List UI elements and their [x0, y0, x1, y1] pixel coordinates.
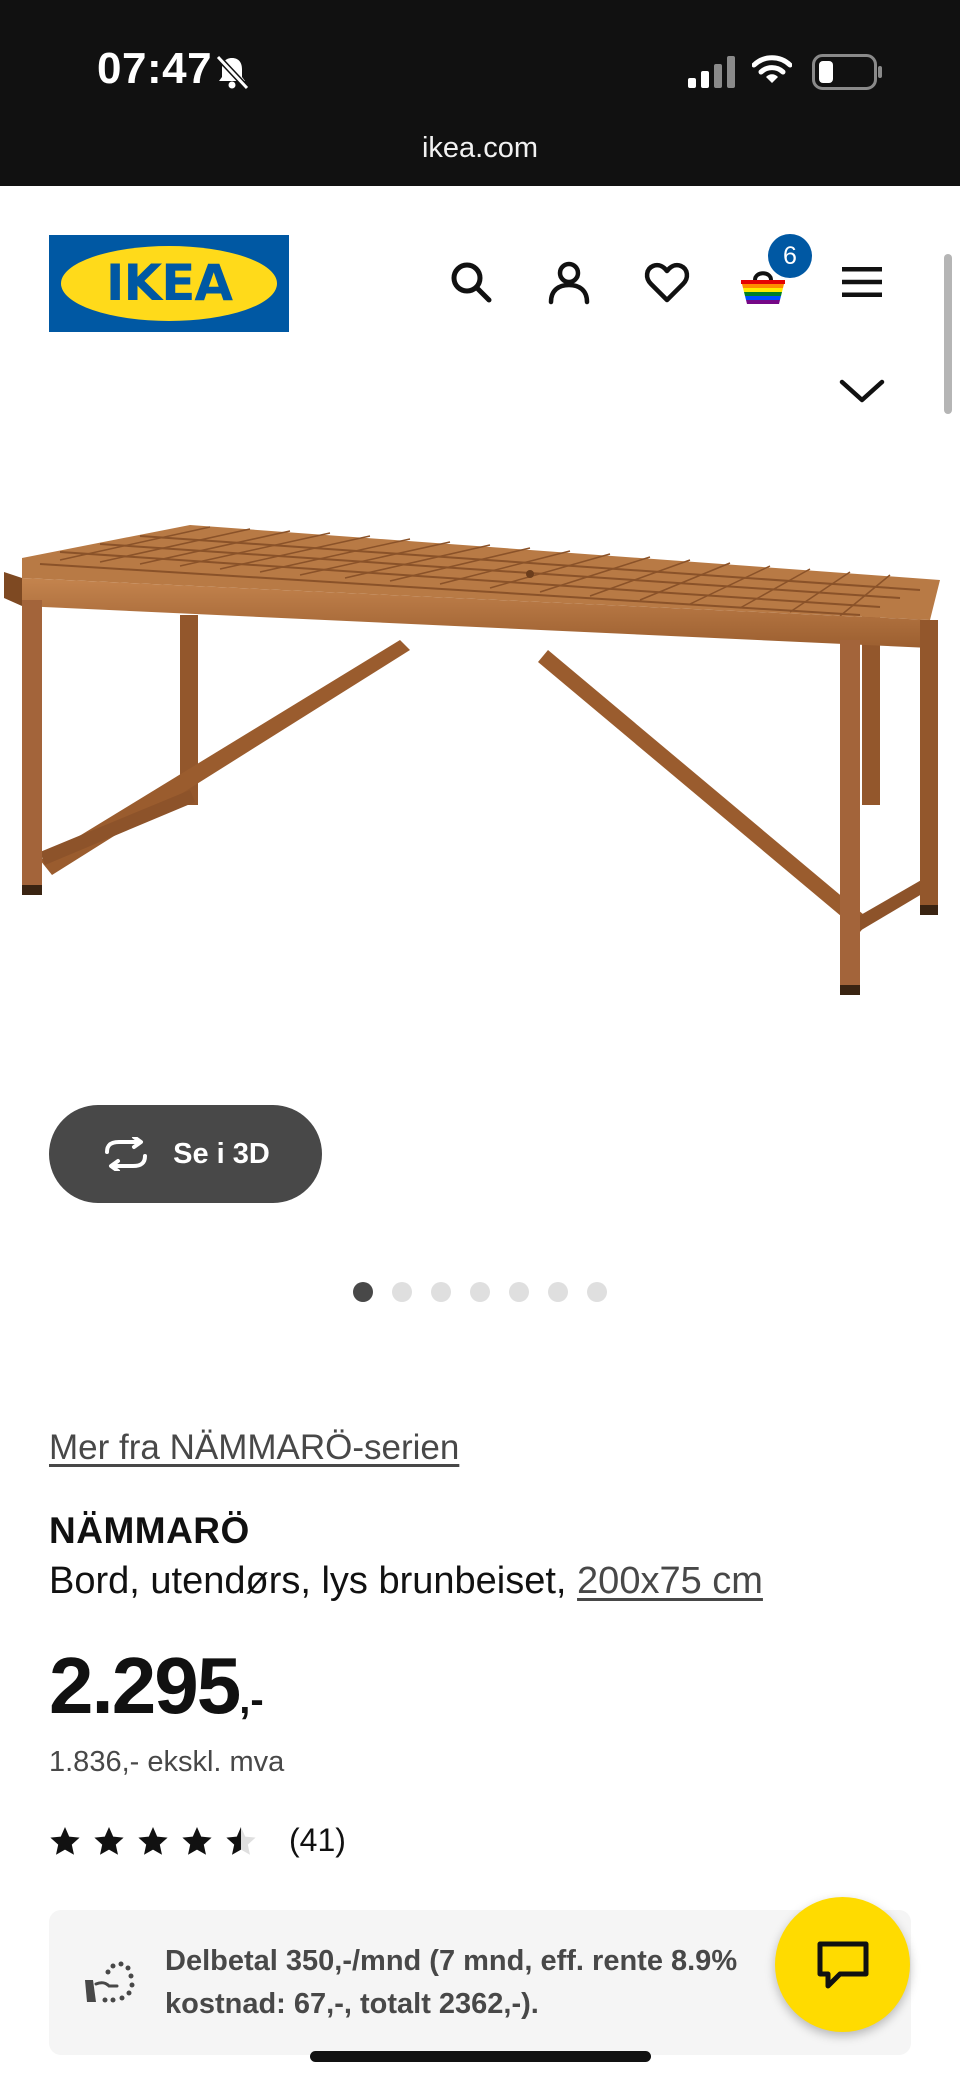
view-3d-label: Se i 3D: [173, 1137, 270, 1170]
gallery-dot[interactable]: [431, 1282, 451, 1302]
star-icon: [50, 1826, 80, 1855]
chevron-down-icon[interactable]: [838, 376, 886, 406]
wifi-icon: [752, 55, 792, 83]
star-icon: [94, 1826, 124, 1855]
search-icon[interactable]: [447, 258, 495, 306]
chat-button[interactable]: [775, 1897, 910, 2032]
chat-icon: [817, 1941, 868, 1988]
star-icon: [182, 1826, 212, 1855]
view-3d-button[interactable]: Se i 3D: [49, 1105, 322, 1203]
gallery-pagination: [353, 1282, 607, 1302]
menu-icon[interactable]: [838, 258, 886, 306]
bell-muted-icon: [215, 54, 250, 91]
heart-icon[interactable]: [643, 258, 691, 306]
user-icon[interactable]: [545, 258, 593, 306]
star-icon: [138, 1826, 168, 1855]
product-price: 2.295,-: [49, 1640, 264, 1732]
home-indicator: [310, 2051, 651, 2062]
gallery-dot[interactable]: [548, 1282, 568, 1302]
product-description-text: Bord, utendørs, lys brunbeiset,: [49, 1560, 567, 1602]
price-integer: 2.295: [49, 1641, 241, 1730]
rotate-3d-icon: [105, 1137, 148, 1171]
dimension-link[interactable]: 200x75 cm: [577, 1560, 763, 1602]
product-name: NÄMMARÖ: [49, 1510, 250, 1551]
battery-icon: [812, 54, 882, 90]
star-half-icon: [226, 1826, 256, 1855]
series-link[interactable]: Mer fra NÄMMARÖ-serien: [49, 1428, 459, 1468]
gallery-dot[interactable]: [587, 1282, 607, 1302]
status-bar: 07:47 ikea.com: [0, 0, 960, 186]
ikea-logo[interactable]: IKEA: [49, 235, 289, 332]
gallery-dot[interactable]: [470, 1282, 490, 1302]
installment-icon: [85, 1961, 135, 2003]
price-ex-vat: 1.836,- ekskl. mva: [49, 1746, 285, 1778]
gallery-dot[interactable]: [509, 1282, 529, 1302]
site-header: IKEA 6: [0, 186, 960, 403]
cart-count-badge: 6: [768, 234, 812, 278]
price-suffix: ,-: [239, 1678, 264, 1722]
gallery-dot[interactable]: [392, 1282, 412, 1302]
signal-icon: [688, 56, 735, 88]
url-bar[interactable]: ikea.com: [0, 132, 960, 165]
product-image[interactable]: [0, 480, 960, 1140]
logo-ellipse: IKEA: [61, 246, 277, 321]
logo-text: IKEA: [105, 254, 233, 312]
installment-text: Delbetal 350,-/mnd (7 mnd, eff. rente 8.…: [165, 1945, 738, 2020]
product-description: Bord, utendørs, lys brunbeiset, 200x75 c…: [49, 1560, 763, 1603]
status-time: 07:47: [97, 44, 213, 93]
rating[interactable]: (41): [49, 1822, 346, 1859]
gallery-dot[interactable]: [353, 1282, 373, 1302]
scrollbar-thumb[interactable]: [944, 254, 952, 414]
review-count: (41): [289, 1822, 346, 1858]
